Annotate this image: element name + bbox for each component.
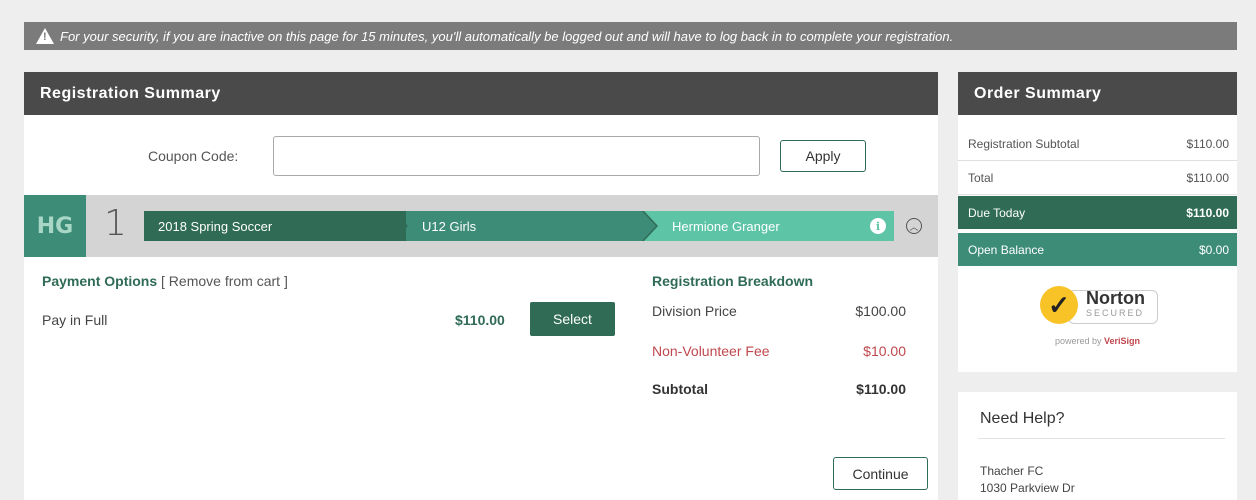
- norton-secured-text: SECURED: [1086, 308, 1145, 318]
- continue-button[interactable]: Continue: [833, 457, 928, 490]
- order-label: Due Today: [968, 205, 1026, 220]
- norton-secured-badge: ✓ Norton SECURED powered by VeriSign: [958, 272, 1237, 362]
- coupon-label: Coupon Code:: [148, 148, 239, 164]
- collapse-icon[interactable]: ︿: [906, 218, 922, 234]
- order-label: Open Balance: [968, 242, 1045, 257]
- breakdown-label: Subtotal: [652, 381, 708, 397]
- help-org: Thacher FC: [980, 464, 1044, 478]
- warning-icon: !: [36, 28, 54, 44]
- order-value: $110.00: [1186, 205, 1229, 220]
- registration-entry: HG 1 Hermione Granger U12 Girls 2018 Spr…: [24, 195, 938, 257]
- breakdown-value: $110.00: [856, 381, 906, 397]
- breakdown-value: $100.00: [855, 303, 906, 319]
- payment-options-title: Payment Options: [42, 273, 158, 289]
- order-label: Total: [968, 171, 994, 185]
- divider: [978, 438, 1225, 439]
- breakdown-title: Registration Breakdown: [652, 273, 814, 289]
- norton-name: Norton: [1086, 288, 1145, 308]
- breakdown-row: Subtotal $110.00: [652, 381, 906, 397]
- security-banner: ! For your security, if you are inactive…: [24, 22, 1237, 50]
- breadcrumb-participant: Hermione Granger: [644, 211, 894, 241]
- verisign-brand: VeriSign: [1104, 336, 1141, 346]
- breakdown-label: Non-Volunteer Fee: [652, 343, 770, 359]
- breakdown-row: Non-Volunteer Fee $10.00: [652, 343, 906, 359]
- registration-summary-title: Registration Summary: [24, 72, 938, 115]
- registration-breakdown: Registration Breakdown Division Price $1…: [652, 273, 906, 397]
- checkmark-icon: ✓: [1040, 286, 1078, 324]
- participant-initials: HG: [24, 195, 86, 257]
- need-help-title: Need Help?: [980, 410, 1065, 427]
- need-help-panel: Need Help? Thacher FC 1030 Parkview Dr: [958, 392, 1237, 500]
- program-name: 2018 Spring Soccer: [158, 218, 273, 234]
- order-summary-title: Order Summary: [958, 72, 1237, 115]
- order-row-open-balance: Open Balance $0.00: [958, 233, 1237, 266]
- breakdown-row: Division Price $100.00: [652, 303, 906, 319]
- breakdown-value: $10.00: [863, 343, 906, 359]
- participant-name: Hermione Granger: [672, 218, 780, 234]
- breadcrumb-division: U12 Girls: [394, 211, 656, 241]
- order-row-due-today: Due Today $110.00: [958, 196, 1237, 229]
- registration-summary-panel: Registration Summary Coupon Code: Apply …: [24, 72, 938, 500]
- division-name: U12 Girls: [422, 218, 477, 234]
- security-banner-text: For your security, if you are inactive o…: [60, 28, 954, 44]
- breakdown-label: Division Price: [652, 303, 737, 319]
- pay-in-full-price: $110.00: [455, 312, 505, 328]
- order-summary-panel: Order Summary Registration Subtotal $110…: [958, 72, 1237, 372]
- order-row: Registration Subtotal $110.00: [958, 128, 1237, 161]
- entry-breadcrumb: Hermione Granger U12 Girls 2018 Spring S…: [144, 211, 894, 241]
- coupon-input[interactable]: [273, 136, 760, 176]
- remove-from-cart-link[interactable]: [ Remove from cart ]: [161, 273, 288, 289]
- order-label: Registration Subtotal: [968, 137, 1080, 151]
- payment-options-header: Payment Options [ Remove from cart ]: [42, 273, 288, 289]
- coupon-row: Coupon Code: Apply: [24, 136, 938, 176]
- apply-button[interactable]: Apply: [780, 140, 866, 172]
- order-value: $110.00: [1186, 171, 1230, 185]
- order-value: $110.00: [1186, 137, 1230, 151]
- powered-by: powered by VeriSign: [958, 336, 1237, 346]
- pay-in-full-label: Pay in Full: [42, 312, 108, 328]
- help-address: 1030 Parkview Dr: [980, 481, 1075, 495]
- select-button[interactable]: Select: [530, 302, 615, 336]
- info-icon[interactable]: i: [870, 218, 886, 234]
- order-value: $0.00: [1198, 242, 1229, 257]
- entry-number: 1: [104, 203, 127, 244]
- order-row: Total $110.00: [958, 162, 1237, 195]
- breadcrumb-program: 2018 Spring Soccer: [144, 211, 406, 241]
- powered-by-text: powered by: [1054, 336, 1102, 346]
